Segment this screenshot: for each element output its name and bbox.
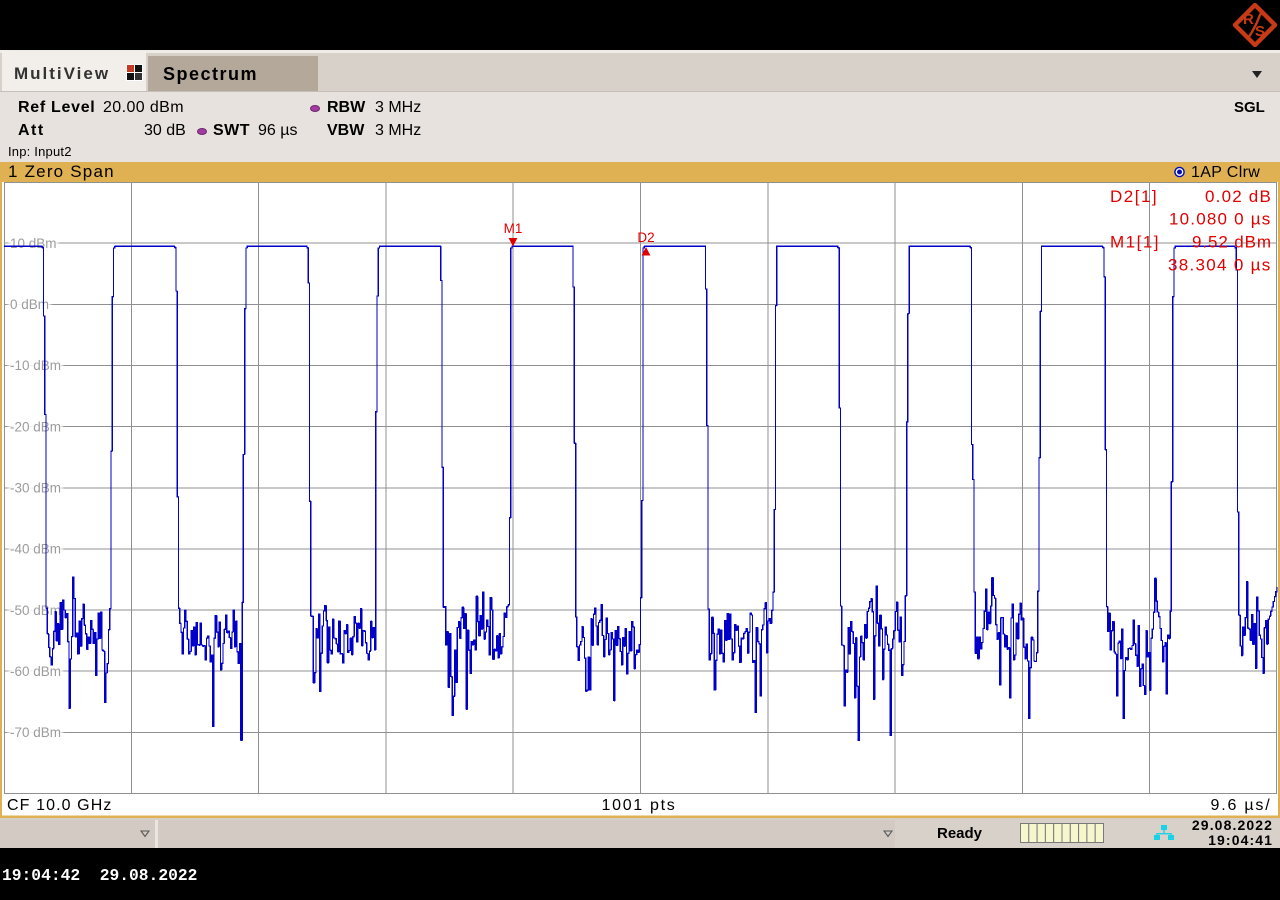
svg-text:10 dBm: 10 dBm	[10, 236, 57, 251]
svg-text:M1: M1	[504, 221, 523, 236]
svg-text:9.52 dBm: 9.52 dBm	[1192, 233, 1272, 252]
svg-text:1001 pts: 1001 pts	[602, 797, 677, 814]
svg-text:-30 dBm: -30 dBm	[10, 480, 61, 495]
svg-text:-40 dBm: -40 dBm	[10, 542, 61, 557]
svg-text:-50 dBm: -50 dBm	[10, 603, 61, 618]
svg-text:38.304 0 µs: 38.304 0 µs	[1168, 256, 1272, 275]
svg-text:0.02 dB: 0.02 dB	[1205, 187, 1272, 206]
svg-text:D2: D2	[637, 230, 654, 245]
svg-text:S: S	[1255, 23, 1265, 40]
svg-text:M1[1]: M1[1]	[1110, 233, 1160, 252]
svg-text:D2[1]: D2[1]	[1110, 187, 1158, 206]
svg-text:9.6 µs/: 9.6 µs/	[1211, 797, 1272, 814]
svg-text:-20 dBm: -20 dBm	[10, 419, 61, 434]
svg-text:10.080 0 µs: 10.080 0 µs	[1169, 210, 1271, 229]
svg-text:R: R	[1243, 11, 1254, 28]
svg-text:-60 dBm: -60 dBm	[10, 664, 61, 679]
svg-text:-70 dBm: -70 dBm	[10, 725, 61, 740]
svg-text:-10 dBm: -10 dBm	[10, 358, 61, 373]
svg-text:CF 10.0 GHz: CF 10.0 GHz	[7, 797, 112, 814]
